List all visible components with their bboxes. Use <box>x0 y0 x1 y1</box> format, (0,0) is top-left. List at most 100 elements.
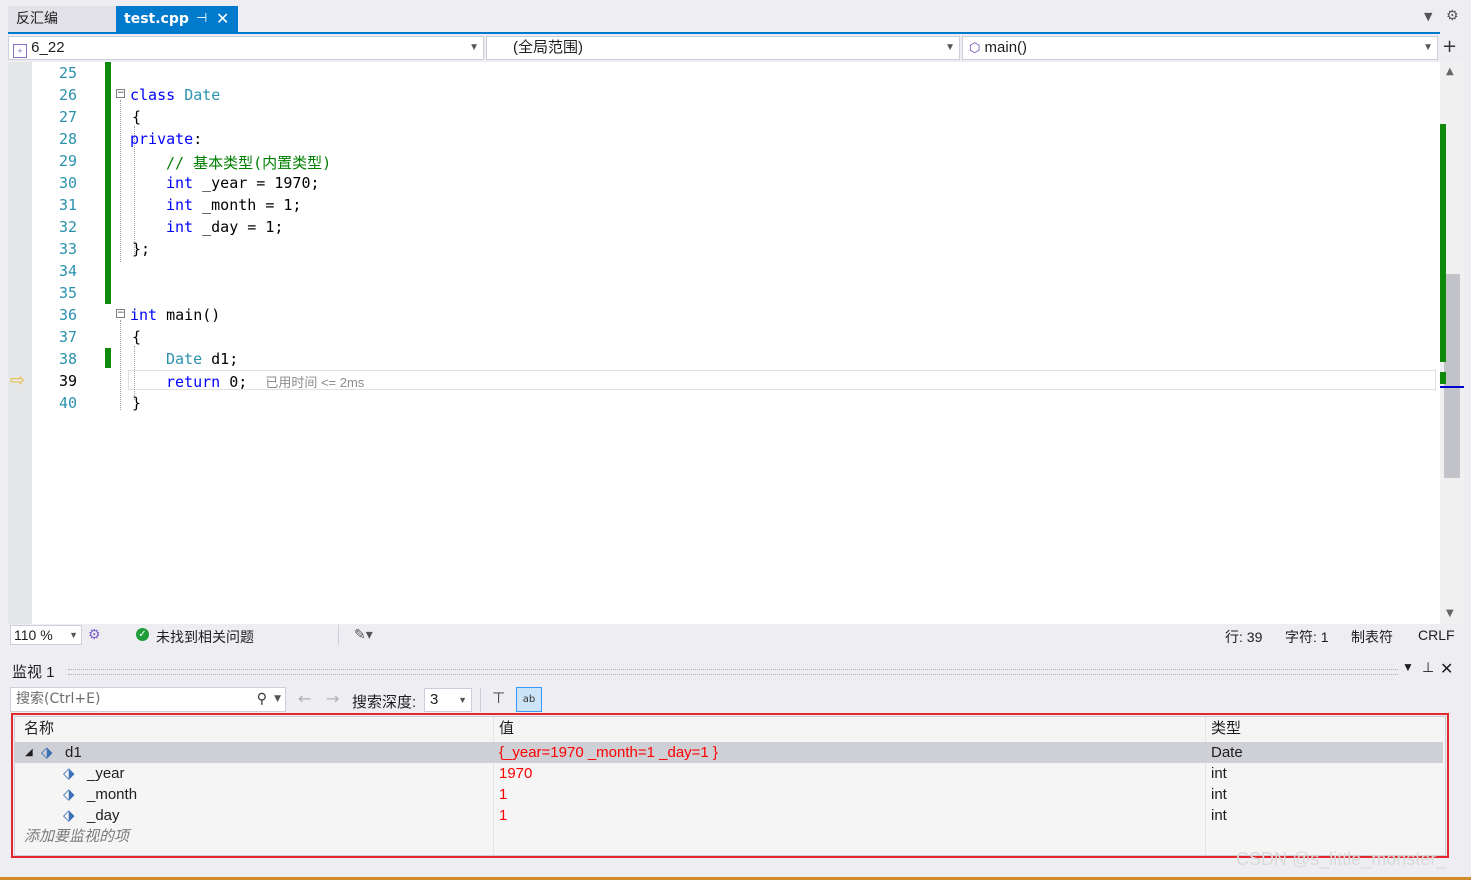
indent-guide <box>134 346 135 400</box>
scroll-change-marker <box>1440 372 1446 384</box>
line-number: 38 <box>58 350 77 368</box>
chevron-down-icon: ▼ <box>69 630 78 640</box>
code-editor[interactable] <box>8 62 1440 624</box>
check-icon: ✓ <box>136 628 149 641</box>
keyword: int <box>130 306 158 324</box>
divider <box>338 625 339 645</box>
line-number: 31 <box>58 196 77 214</box>
line-indicator[interactable]: 行: 39 <box>1225 627 1262 647</box>
keyword: int <box>166 218 194 236</box>
tab-overflow-icon[interactable]: ▼ <box>1424 10 1432 23</box>
chevron-down-icon: ▼ <box>1423 42 1433 53</box>
view-string-icon[interactable]: ab <box>516 687 542 712</box>
highlight-frame <box>11 713 1449 858</box>
code-line-28: private: <box>130 130 202 148</box>
tab-label: 反汇编 <box>16 11 58 27</box>
code-line-36: int main() <box>130 306 220 324</box>
line-number: 27 <box>58 108 77 126</box>
line-number: 33 <box>58 240 77 258</box>
scroll-thumb[interactable] <box>1444 274 1460 478</box>
pin-icon[interactable]: ⊥ <box>1422 659 1434 676</box>
code-line-27: { <box>132 108 142 126</box>
line-number: 25 <box>58 64 77 82</box>
keyword: class <box>130 86 176 104</box>
issues-status[interactable]: 未找到相关问题 <box>156 627 254 647</box>
keyword: return <box>166 373 221 391</box>
keyword: int <box>166 174 194 192</box>
code-line-29-comment: // 基本类型(内置类型) <box>166 154 332 172</box>
close-icon[interactable]: ✕ <box>1440 659 1453 679</box>
char-indicator[interactable]: 字符: 1 <box>1285 627 1329 647</box>
project-name: 6_22 <box>31 39 65 56</box>
method-cube-icon: ⬡ <box>969 40 981 55</box>
outline-guide <box>120 320 121 410</box>
split-icon[interactable]: + <box>1442 36 1457 57</box>
intellicode-icon[interactable]: ⚙ <box>88 626 101 643</box>
change-indicator <box>105 348 111 368</box>
collapse-icon[interactable]: − <box>116 89 125 98</box>
code-line-33: }; <box>132 240 151 258</box>
line-number: 29 <box>58 152 77 170</box>
line-number-current: 39 <box>58 372 77 390</box>
code-line-30: int _year = 1970; <box>166 174 320 192</box>
change-indicator <box>105 62 111 304</box>
tab-test-cpp[interactable]: test.cpp ⊣ ✕ <box>116 6 238 32</box>
depth-value: 3 <box>430 691 439 708</box>
tabs-indicator[interactable]: 制表符 <box>1351 627 1393 647</box>
line-number: 32 <box>58 218 77 236</box>
forward-arrow-icon[interactable]: → <box>326 689 339 708</box>
zoom-dropdown[interactable]: 110 % ▼ <box>10 625 82 645</box>
project-dropdown[interactable]: + 6_22 ▼ <box>8 36 484 60</box>
chevron-down-icon: ▼ <box>469 42 479 53</box>
close-icon[interactable]: ✕ <box>216 6 229 32</box>
pin-to-source-icon[interactable]: ⊤ <box>492 689 505 707</box>
search-placeholder: 搜索(Ctrl+E) <box>16 691 101 707</box>
line-number: 37 <box>58 328 77 346</box>
chevron-down-icon: ▼ <box>458 695 467 705</box>
collapse-icon[interactable]: − <box>116 309 125 318</box>
code-line-39: return 0; 已用时间 <= 2ms <box>166 372 364 391</box>
perf-tip[interactable]: 已用时间 <= 2ms <box>265 375 364 390</box>
title-grip[interactable] <box>68 669 1398 675</box>
watermark: CSDN @s_little_monster_ <box>1236 849 1447 869</box>
watch-search-input[interactable]: 搜索(Ctrl+E) ⚲ ▼ <box>10 687 286 712</box>
type-name: Date <box>184 86 221 104</box>
search-icon[interactable]: ⚲ <box>257 688 267 711</box>
line-number: 28 <box>58 130 77 148</box>
gear-icon[interactable]: ⚙ <box>1446 8 1459 24</box>
editor-status-bar: 110 % ▼ ⚙ ✓ 未找到相关问题 ✎▾ 行: 39 字符: 1 制表符 C… <box>8 625 1464 647</box>
tab-label: test.cpp <box>124 11 189 27</box>
scroll-up-icon[interactable]: ▲ <box>1446 66 1454 77</box>
scope-dropdown[interactable]: (全局范围) ▼ <box>486 36 960 60</box>
eol-indicator[interactable]: CRLF <box>1418 627 1455 643</box>
keyword: int <box>166 196 194 214</box>
brush-icon[interactable]: ✎▾ <box>354 626 373 643</box>
scope-name: (全局范围) <box>513 39 583 56</box>
back-arrow-icon[interactable]: ← <box>298 689 311 708</box>
member-dropdown[interactable]: ⬡ main() ▼ <box>962 36 1438 60</box>
chevron-down-icon[interactable]: ▼ <box>274 688 281 711</box>
execution-pointer-icon: ⇨ <box>10 370 26 391</box>
keyword: private <box>130 130 194 148</box>
code-text: _month = 1; <box>193 196 302 214</box>
zoom-value: 110 % <box>14 627 53 643</box>
scroll-caret-marker <box>1440 386 1464 388</box>
scroll-down-icon[interactable]: ▼ <box>1446 608 1454 619</box>
code-line-40: } <box>132 394 142 412</box>
tab-disassembly[interactable]: 反汇编 <box>8 6 116 32</box>
divider <box>480 688 481 712</box>
pin-icon[interactable]: ⊣ <box>196 6 207 32</box>
line-number: 40 <box>58 394 77 412</box>
glyph-margin <box>8 62 32 624</box>
window-menu-icon[interactable]: ▼ <box>1402 660 1414 674</box>
depth-select[interactable]: 3 ▼ <box>424 688 472 712</box>
code-text: : <box>193 130 203 148</box>
scroll-change-marker <box>1440 124 1446 362</box>
code-text: 0; <box>220 373 248 391</box>
tab-underline <box>8 32 1440 34</box>
code-text: main() <box>157 306 221 324</box>
line-number: 30 <box>58 174 77 192</box>
line-number: 34 <box>58 262 77 280</box>
code-text: d1; <box>202 350 239 368</box>
line-number: 35 <box>58 284 77 302</box>
